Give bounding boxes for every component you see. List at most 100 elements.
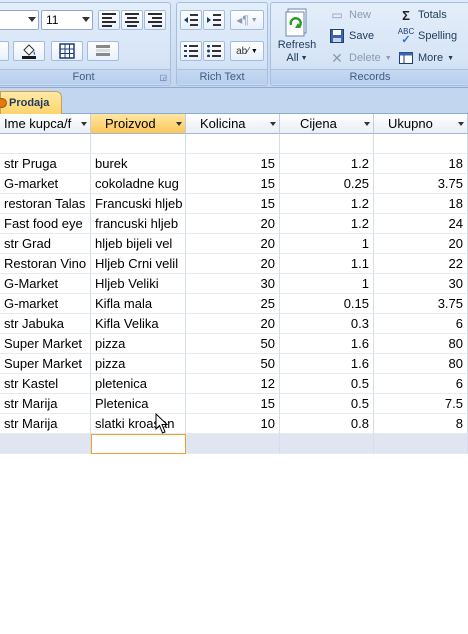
dialog-launcher-icon[interactable]: ◲: [159, 73, 167, 82]
cell-price[interactable]: 1.2: [280, 194, 374, 214]
cell-customer[interactable]: str Marija: [0, 414, 91, 434]
cell-total[interactable]: 3.75: [374, 174, 468, 194]
cell-customer[interactable]: str Marija: [0, 394, 91, 414]
cell-customer[interactable]: G-market: [0, 174, 91, 194]
cell-product[interactable]: cokoladne kug: [91, 174, 186, 194]
chevron-down-icon[interactable]: [364, 122, 370, 126]
cell-quantity[interactable]: 15: [186, 394, 280, 414]
cell-customer[interactable]: str Grad: [0, 234, 91, 254]
align-center-button[interactable]: [121, 10, 143, 30]
spelling-button[interactable]: ABC ✓ Spelling: [398, 26, 457, 46]
table-row[interactable]: restoran Talas Francuski hljeb 15 1.2 18: [0, 194, 468, 214]
cell-customer[interactable]: str Kastel: [0, 374, 91, 394]
new-record-cell[interactable]: [0, 434, 91, 454]
new-record-button[interactable]: ▭ New: [329, 5, 371, 25]
table-row[interactable]: G-Market Hljeb Veliki 30 1 30: [0, 274, 468, 294]
cell-quantity[interactable]: 20: [186, 254, 280, 274]
new-record-row[interactable]: [0, 434, 468, 454]
chevron-down-icon[interactable]: [176, 122, 182, 126]
delete-button[interactable]: ✕ Delete ▼: [329, 48, 392, 68]
cell-quantity[interactable]: 15: [186, 174, 280, 194]
cell-price[interactable]: 1.2: [280, 214, 374, 234]
cell-price[interactable]: 0.25: [280, 174, 374, 194]
cell-quantity[interactable]: 20: [186, 214, 280, 234]
cell-quantity[interactable]: 20: [186, 314, 280, 334]
cell-total[interactable]: 7.5: [374, 394, 468, 414]
gridlines-button[interactable]: [51, 41, 83, 61]
cell-total[interactable]: 8: [374, 414, 468, 434]
cell-total[interactable]: 6: [374, 374, 468, 394]
alternate-fill-button[interactable]: [87, 41, 119, 61]
cell-product[interactable]: Francuski hljeb: [91, 194, 186, 214]
cell-price[interactable]: 1: [280, 234, 374, 254]
cell-price[interactable]: 0.5: [280, 394, 374, 414]
cell-quantity[interactable]: 25: [186, 294, 280, 314]
table-row[interactable]: str Jabuka Kifla Velika 20 0.3 6: [0, 314, 468, 334]
cell-total[interactable]: 18: [374, 194, 468, 214]
cell-customer[interactable]: Super Market: [0, 354, 91, 374]
cell-product[interactable]: Hljeb Veliki: [91, 274, 186, 294]
chevron-down-icon[interactable]: [270, 122, 276, 126]
cell-product[interactable]: Kifla Velika: [91, 314, 186, 334]
cell-price[interactable]: 1.6: [280, 334, 374, 354]
table-row[interactable]: str Marija Pletenica 15 0.5 7.5: [0, 394, 468, 414]
cell-price[interactable]: 0.3: [280, 314, 374, 334]
chevron-down-icon[interactable]: [81, 122, 87, 126]
bullets-button[interactable]: [203, 41, 225, 61]
cell-product[interactable]: slatki kroasan: [91, 414, 186, 434]
gridlines-color-button[interactable]: [0, 41, 9, 61]
cell-customer[interactable]: G-market: [0, 294, 91, 314]
cell-quantity[interactable]: 50: [186, 334, 280, 354]
cell-total[interactable]: 18: [374, 154, 468, 174]
table-row[interactable]: G-market cokoladne kug 15 0.25 3.75: [0, 174, 468, 194]
cell-price[interactable]: 1.6: [280, 354, 374, 374]
cell-quantity[interactable]: 20: [186, 234, 280, 254]
increase-indent-button[interactable]: [203, 10, 225, 30]
table-row[interactable]: str Marija slatki kroasan 10 0.8 8: [0, 414, 468, 434]
cell-product[interactable]: Kifla mala: [91, 294, 186, 314]
font-name-combo[interactable]: [0, 10, 39, 30]
cell-total[interactable]: 80: [374, 354, 468, 374]
table-row[interactable]: str Grad hljeb bijeli vel 20 1 20: [0, 234, 468, 254]
align-right-button[interactable]: [144, 10, 166, 30]
table-row[interactable]: Restoran Vino Hljeb Crni velil 20 1.1 22: [0, 254, 468, 274]
decrease-indent-button[interactable]: [180, 10, 202, 30]
cell-total[interactable]: 30: [374, 274, 468, 294]
cell-product[interactable]: pizza: [91, 334, 186, 354]
cell-product[interactable]: pizza: [91, 354, 186, 374]
cell-customer[interactable]: Fast food eye: [0, 214, 91, 234]
new-record-cell[interactable]: [186, 434, 280, 454]
numbering-button[interactable]: [180, 41, 202, 61]
cell-total[interactable]: 22: [374, 254, 468, 274]
column-header-ime-kupca[interactable]: Ime kupca/f: [0, 114, 91, 134]
cell-product[interactable]: hljeb bijeli vel: [91, 234, 186, 254]
totals-button[interactable]: Σ Totals: [398, 5, 447, 25]
more-button[interactable]: More ▼: [398, 48, 454, 68]
cell-price[interactable]: 0.8: [280, 414, 374, 434]
new-record-cell[interactable]: [374, 434, 468, 454]
cell-quantity[interactable]: 50: [186, 354, 280, 374]
column-header-cijena[interactable]: Cijena: [280, 114, 374, 134]
cell-price[interactable]: 1.2: [280, 154, 374, 174]
paragraph-direction-button[interactable]: ◂¶ ▼: [230, 10, 264, 30]
table-row[interactable]: G-market Kifla mala 25 0.15 3.75: [0, 294, 468, 314]
cell-quantity[interactable]: 15: [186, 194, 280, 214]
cell-price[interactable]: 0.15: [280, 294, 374, 314]
save-button[interactable]: Save: [329, 26, 374, 46]
cell-product[interactable]: Pletenica: [91, 394, 186, 414]
table-row[interactable]: Fast food eye francuski hljeb 20 1.2 24: [0, 214, 468, 234]
cell-total[interactable]: 6: [374, 314, 468, 334]
table-row[interactable]: str Kastel pletenica 12 0.5 6: [0, 374, 468, 394]
cell-price[interactable]: 0.5: [280, 374, 374, 394]
cell-total[interactable]: 3.75: [374, 294, 468, 314]
column-header-kolicina[interactable]: Kolicina: [186, 114, 280, 134]
table-row[interactable]: Super Market pizza 50 1.6 80: [0, 354, 468, 374]
new-record-cell-focused[interactable]: [91, 434, 186, 454]
column-header-ukupno[interactable]: Ukupno: [374, 114, 468, 134]
cell-total[interactable]: 24: [374, 214, 468, 234]
cell-customer[interactable]: G-Market: [0, 274, 91, 294]
table-row[interactable]: Super Market pizza 50 1.6 80: [0, 334, 468, 354]
cell-product[interactable]: pletenica: [91, 374, 186, 394]
cell-quantity[interactable]: 12: [186, 374, 280, 394]
cell-price[interactable]: 1.1: [280, 254, 374, 274]
